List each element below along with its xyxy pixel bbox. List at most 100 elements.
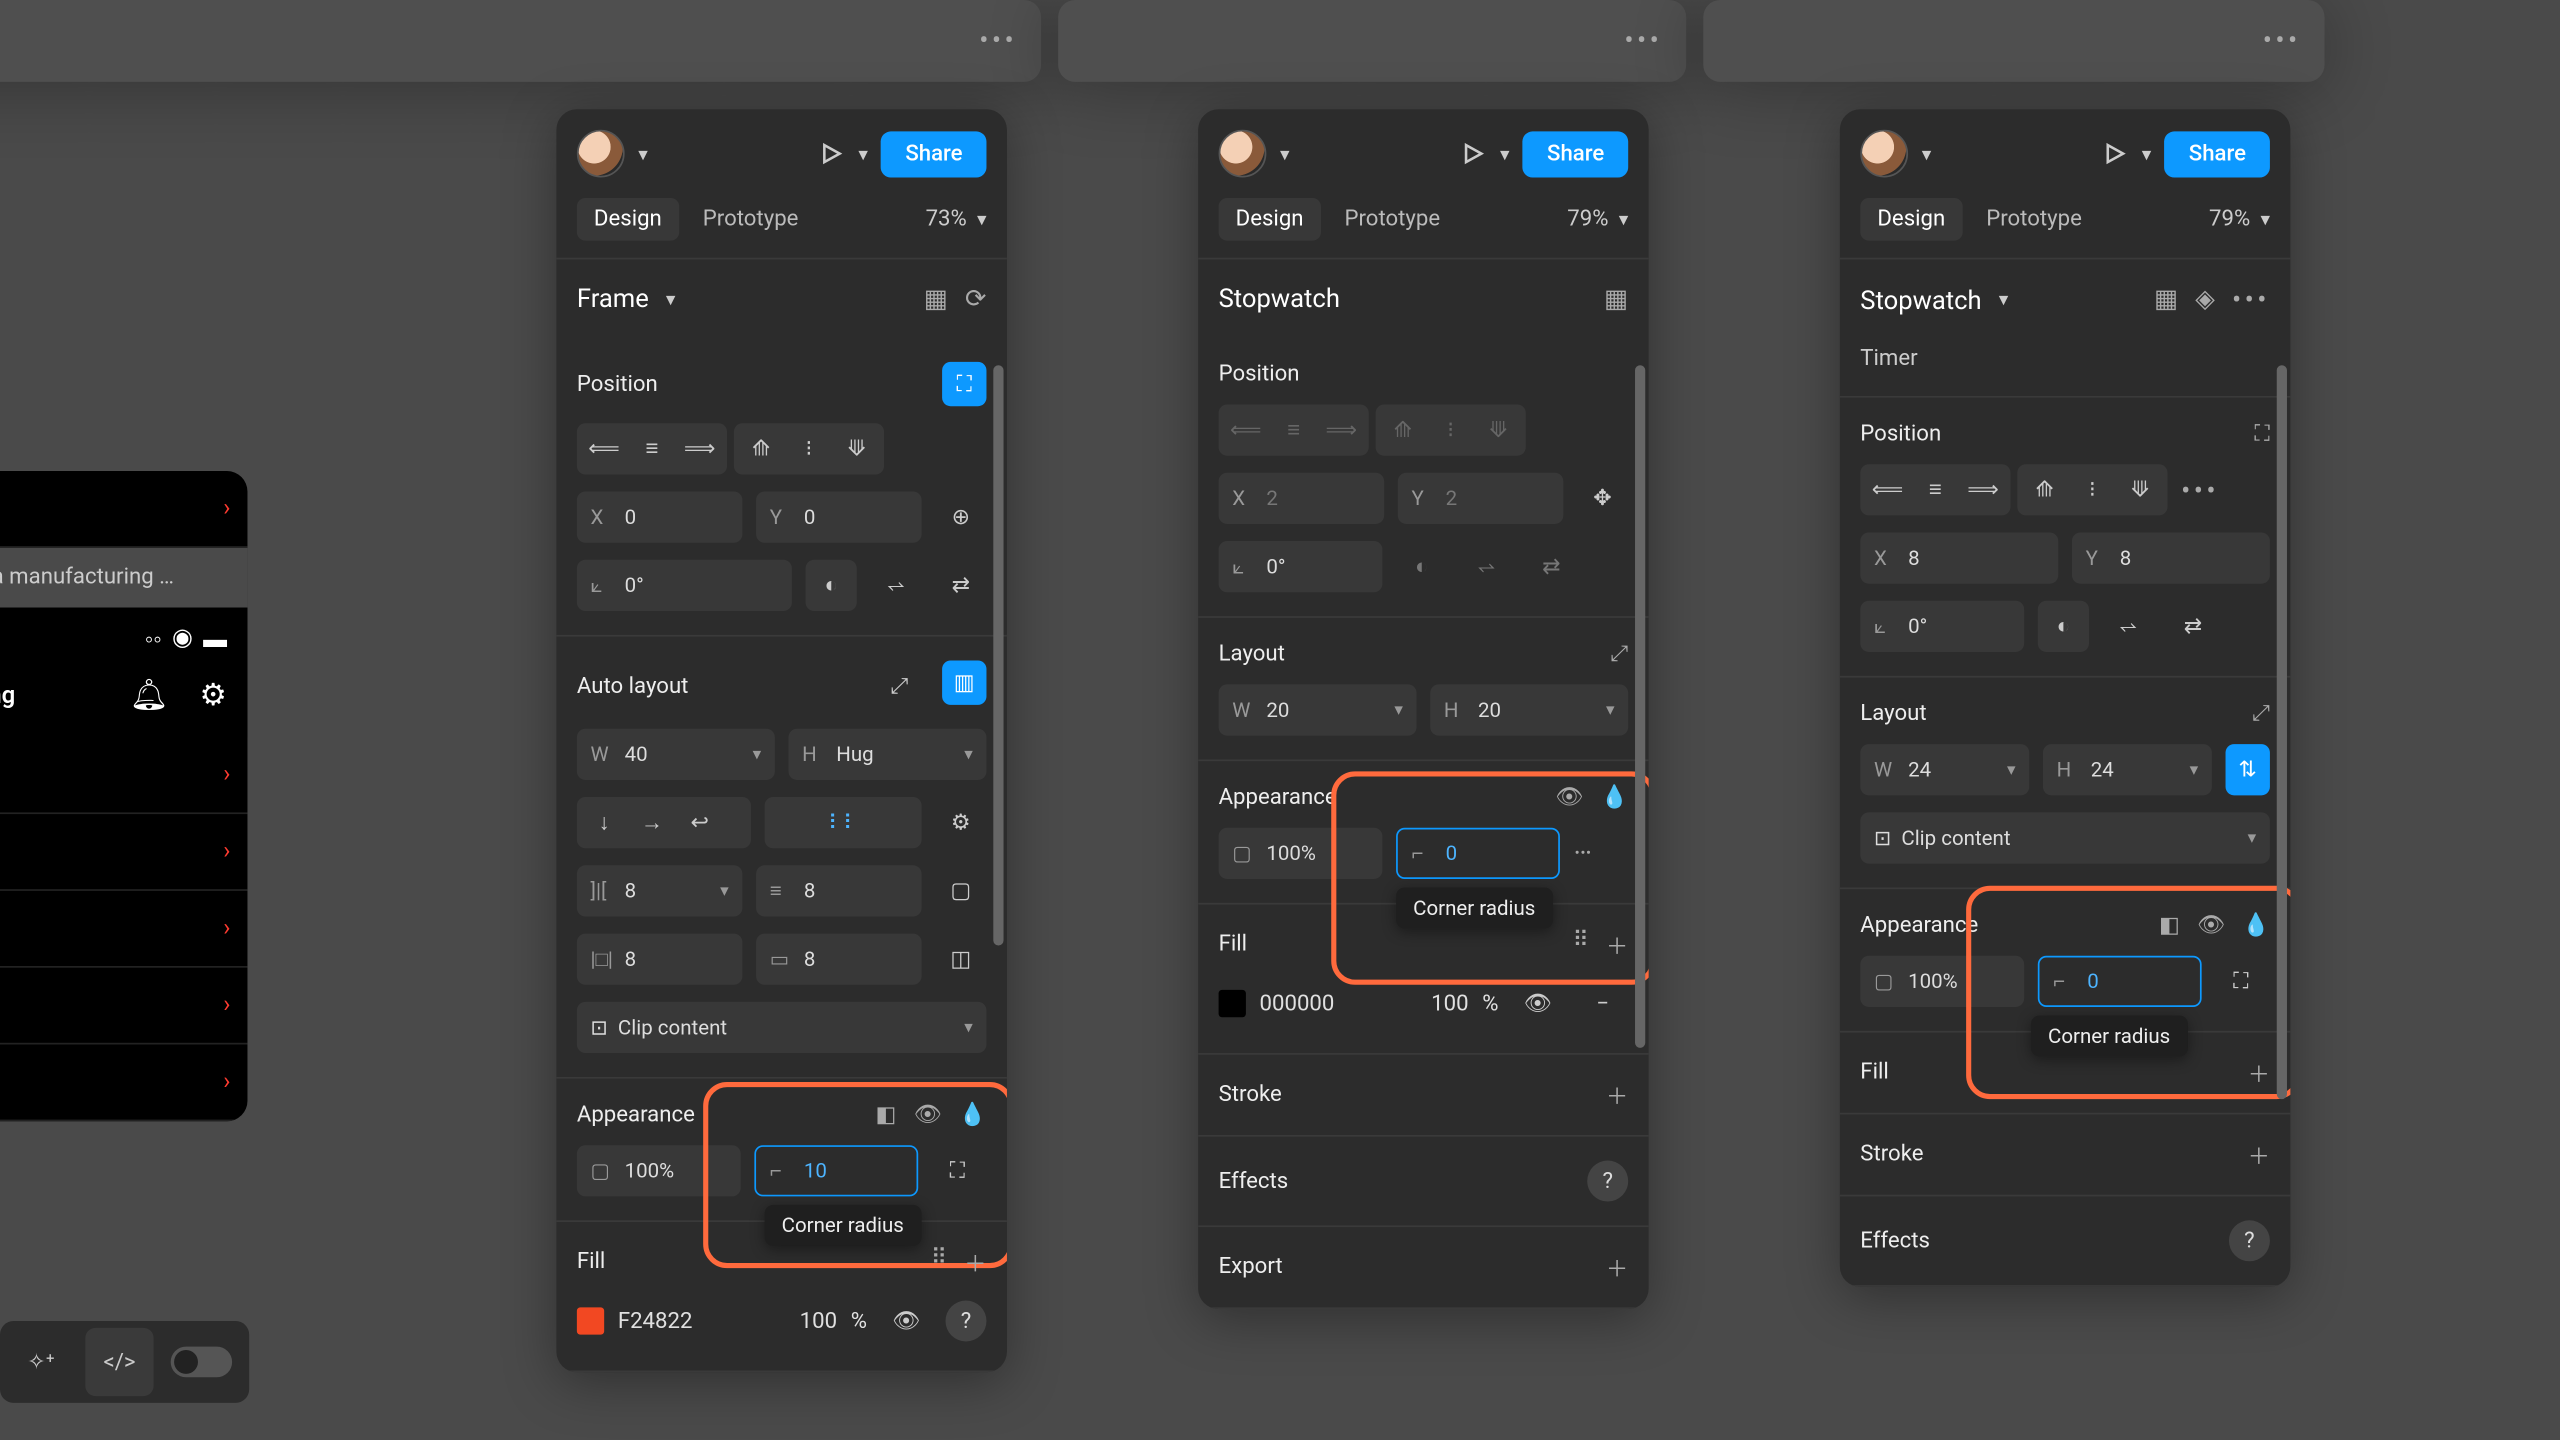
direction-vertical-icon[interactable]: ↓ [580, 800, 628, 844]
frame-name[interactable]: Stopwatch [1860, 284, 1981, 315]
fill-swatch[interactable] [1219, 990, 1246, 1017]
corner-radius-field[interactable]: ⌐ 0 [1396, 828, 1560, 879]
rotation-field[interactable]: ⟀0° [1219, 541, 1383, 592]
bell-icon[interactable]: 🔔︎ [130, 678, 169, 714]
constrain-proportions-icon[interactable]: ⇅ [2226, 744, 2270, 795]
present-button[interactable] [817, 140, 844, 167]
avatar[interactable] [1860, 130, 1908, 178]
avatar[interactable] [577, 130, 625, 178]
more-icon[interactable]: ••• [1624, 24, 1662, 56]
h-padding-field[interactable]: |□|8 [577, 934, 743, 985]
visibility-icon[interactable]: 👁 [2197, 913, 2225, 939]
scrollbar[interactable] [2277, 365, 2287, 1276]
zoom-level[interactable]: 79%▾ [1567, 207, 1628, 233]
frame-bounds-button[interactable]: ⛶ [942, 362, 986, 406]
component-grid-icon[interactable]: ▦ [924, 283, 948, 314]
gear-icon[interactable]: ⚙ [199, 678, 227, 714]
y-field[interactable]: Y2 [1398, 473, 1564, 524]
opacity-field[interactable]: ▢100% [1219, 828, 1383, 879]
more-icon[interactable]: … [1574, 828, 1596, 879]
scrollbar[interactable] [993, 365, 1003, 1362]
flip-h-icon[interactable]: ◐ [2038, 601, 2089, 652]
list-item[interactable]: › [0, 814, 247, 891]
list-item[interactable]: › [0, 968, 247, 1045]
tab-prototype[interactable]: Prototype [686, 198, 816, 241]
x-field[interactable]: X2 [1219, 473, 1385, 524]
move-icon[interactable]: ✥ [1577, 473, 1628, 524]
align-bottom-icon[interactable]: ⟱ [833, 427, 881, 471]
chevron-down-icon[interactable]: ▾ [2142, 143, 2151, 165]
blend-icon[interactable]: ◧ [2159, 913, 2180, 939]
more-icon[interactable]: ••• [2232, 283, 2270, 315]
align-top-icon[interactable]: ⟰ [2021, 468, 2069, 512]
v-padding-field[interactable]: ▭8 [756, 934, 922, 985]
chevron-down-icon[interactable]: ▾ [1280, 143, 1289, 165]
visibility-icon[interactable]: 👁 [914, 1103, 942, 1129]
scrollbar[interactable] [1635, 365, 1645, 1299]
fill-opacity[interactable]: 100 [1431, 991, 1468, 1017]
align-top-icon[interactable]: ⟰ [737, 427, 785, 471]
avatar[interactable] [1219, 130, 1267, 178]
visibility-icon[interactable]: 👁 [881, 1295, 932, 1346]
h-gap-field[interactable]: ]|[8▾ [577, 865, 743, 916]
align-right-icon[interactable]: ⟹ [676, 427, 724, 471]
individual-corners-icon[interactable]: ⛶ [932, 1145, 983, 1196]
visibility-icon[interactable]: 👁 [1555, 785, 1583, 811]
frame-name[interactable]: Stopwatch [1219, 283, 1340, 314]
component-grid-icon[interactable]: ▦ [2154, 283, 2178, 315]
more-icon[interactable]: ••• [2181, 474, 2219, 506]
add-icon[interactable]: ＋ [1606, 1079, 1628, 1111]
help-button[interactable]: ? [2229, 1220, 2270, 1261]
add-icon[interactable]: ＋ [2248, 1056, 2270, 1088]
tab-design[interactable]: Design [1860, 198, 1962, 241]
corner-radius-field[interactable]: ⌐ 10 [754, 1145, 918, 1196]
more-transforms-icon[interactable]: ⇄ [2168, 601, 2219, 652]
list-item[interactable]: › [0, 891, 247, 968]
height-field[interactable]: HHug▾ [788, 729, 986, 780]
add-icon[interactable]: ＋ [1606, 928, 1628, 960]
align-h-center-icon[interactable]: ≡ [628, 427, 676, 471]
remove-icon[interactable]: − [1577, 978, 1628, 1029]
share-button[interactable]: Share [881, 131, 986, 177]
fill-hex[interactable]: 000000 [1260, 991, 1418, 1017]
styles-icon[interactable]: ⠿ [1573, 928, 1589, 960]
frame-bounds-button[interactable]: ⛶ [2254, 422, 2270, 448]
align-left-icon[interactable]: ⟸ [1864, 468, 1912, 512]
fill-opacity[interactable]: 100 [800, 1308, 837, 1334]
v-gap-field[interactable]: ≡8 [756, 865, 922, 916]
more-icon[interactable]: ••• [2263, 24, 2301, 56]
direction-wrap-icon[interactable]: ↩ [676, 800, 724, 844]
chevron-down-icon[interactable]: ▾ [1500, 143, 1509, 165]
tidy-icon[interactable]: ⟳ [965, 283, 986, 314]
ruler-icon[interactable]: ◈ [2195, 283, 2215, 315]
rotation-field[interactable]: ⟀0° [577, 560, 792, 611]
share-button[interactable]: Share [1523, 131, 1628, 177]
width-field[interactable]: W20▾ [1219, 684, 1417, 735]
collapse-icon[interactable]: ⤢ [1610, 642, 1628, 668]
align-right-icon[interactable]: ⟹ [1959, 468, 2007, 512]
dev-mode-button[interactable]: </> [85, 1328, 153, 1396]
height-field[interactable]: H20▾ [1430, 684, 1628, 735]
list-item[interactable]: › [0, 1045, 247, 1122]
droplet-icon[interactable]: 💧 [2242, 913, 2270, 939]
y-field[interactable]: Y8 [2072, 532, 2270, 583]
rotation-field[interactable]: ⟀0° [1860, 601, 2024, 652]
absolute-position-icon[interactable]: ⊕ [935, 492, 986, 543]
align-left-icon[interactable]: ⟸ [580, 427, 628, 471]
blend-icon[interactable]: ◧ [876, 1103, 897, 1129]
height-field[interactable]: H24▾ [2043, 744, 2212, 795]
droplet-icon[interactable]: 💧 [959, 1103, 987, 1129]
more-icon[interactable]: ••• [979, 24, 1017, 56]
share-button[interactable]: Share [2165, 131, 2270, 177]
opacity-field[interactable]: ▢100% [577, 1145, 741, 1196]
flip-v-icon[interactable]: ⥋ [2103, 601, 2154, 652]
width-field[interactable]: W24▾ [1860, 744, 2029, 795]
component-grid-icon[interactable]: ▦ [1604, 283, 1628, 314]
align-h-center-icon[interactable]: ≡ [1912, 468, 1960, 512]
zoom-level[interactable]: 79%▾ [2209, 207, 2270, 233]
individual-padding-icon[interactable]: ◫ [935, 934, 986, 985]
fill-swatch[interactable] [577, 1307, 604, 1334]
add-icon[interactable]: ＋ [2248, 1138, 2270, 1170]
ai-sparkle-button[interactable]: ✧⁺ [7, 1328, 75, 1396]
present-button[interactable] [2101, 140, 2128, 167]
